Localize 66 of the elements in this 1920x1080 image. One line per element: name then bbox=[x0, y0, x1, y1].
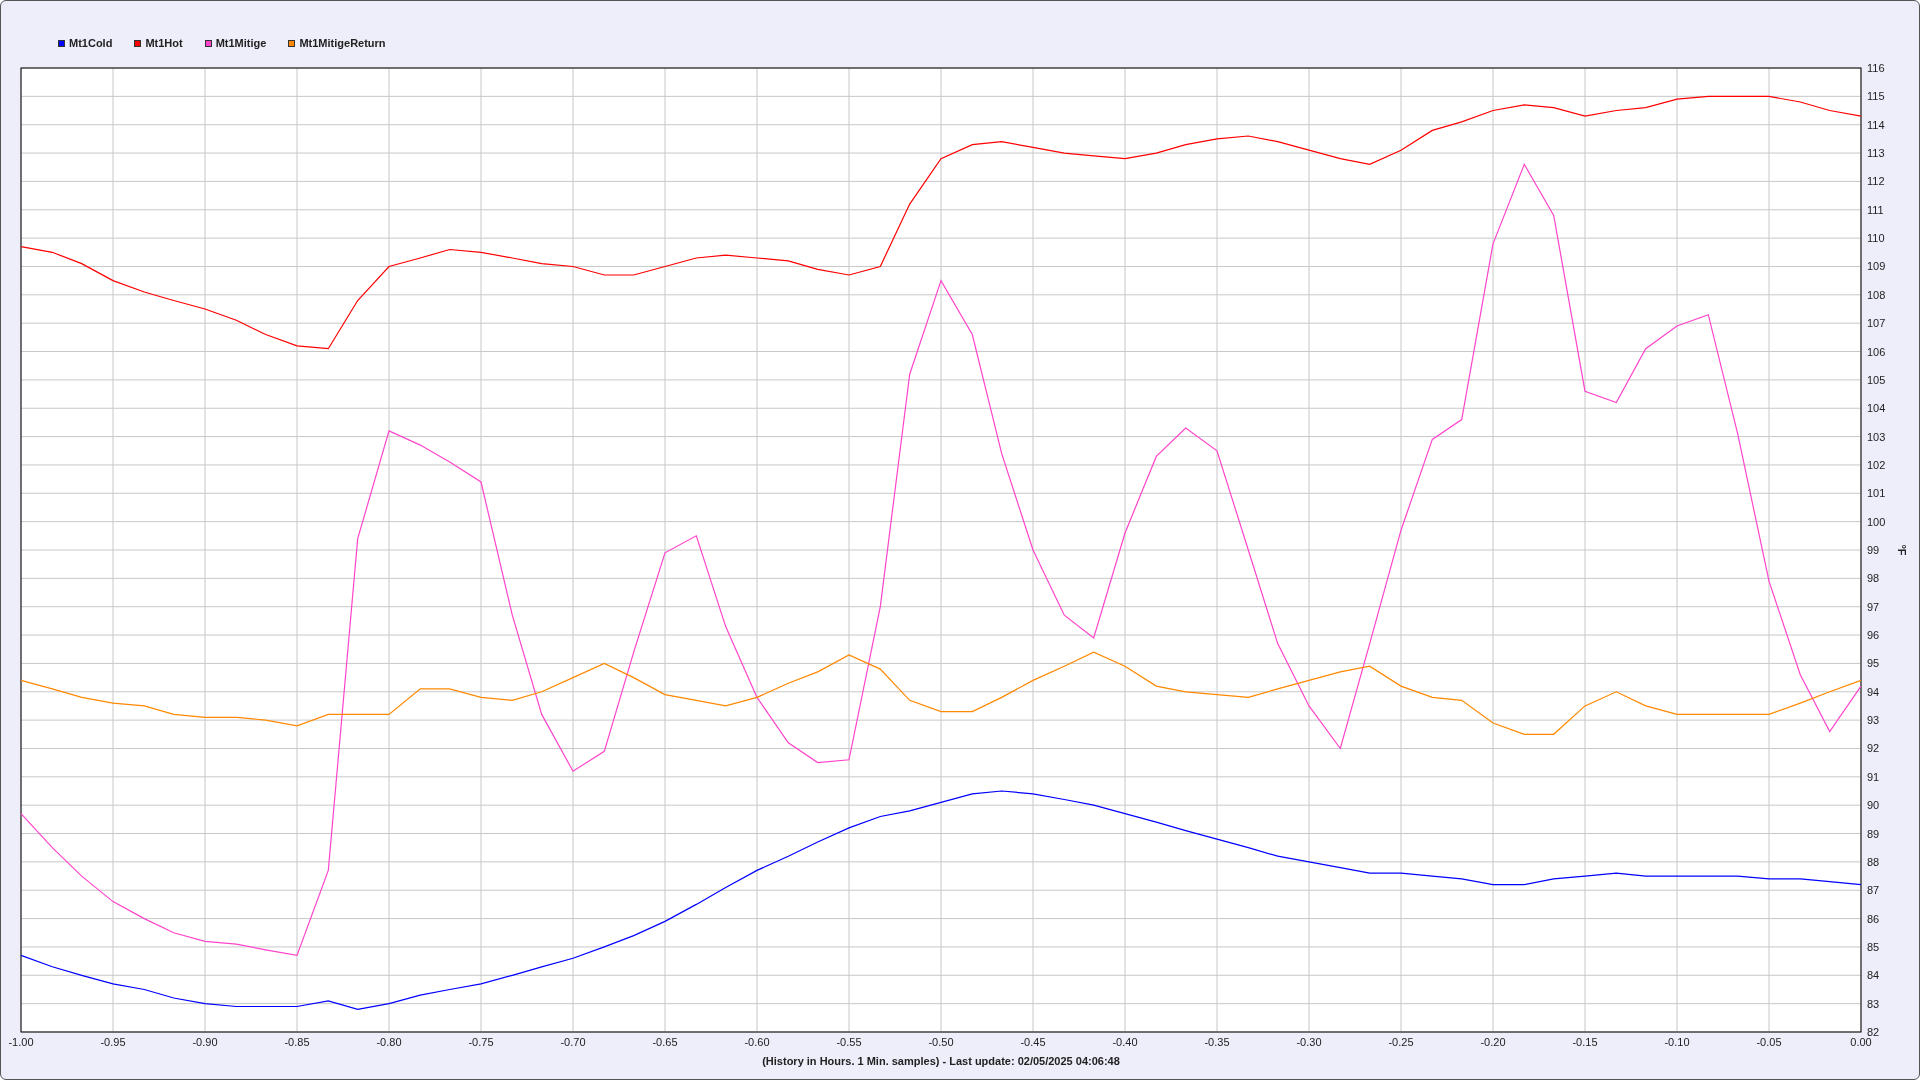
x-tick-label: -0.45 bbox=[1020, 1036, 1046, 1048]
x-tick-label: -0.30 bbox=[1296, 1036, 1322, 1048]
y-axis-label: °F bbox=[1896, 544, 1908, 556]
y-tick-label: 98 bbox=[1867, 572, 1880, 585]
x-axis-label: (History in Hours. 1 Min. samples) - Last update: 02/05/2025 04:06:48 bbox=[762, 1055, 1120, 1067]
y-tick-label: 104 bbox=[1867, 402, 1886, 415]
x-tick-label: -0.55 bbox=[836, 1036, 862, 1048]
y-tick-label: 112 bbox=[1867, 175, 1885, 188]
y-tick-label: 111 bbox=[1867, 203, 1884, 216]
legend-label: Mt1Hot bbox=[145, 37, 183, 49]
legend-swatch bbox=[288, 39, 296, 47]
y-tick-label: 103 bbox=[1867, 430, 1886, 443]
y-tick-label: 83 bbox=[1867, 997, 1880, 1010]
legend-swatch bbox=[204, 39, 212, 47]
x-tick-label: -0.35 bbox=[1204, 1036, 1230, 1048]
y-tick-label: 107 bbox=[1867, 317, 1886, 330]
y-tick-label: 95 bbox=[1867, 657, 1880, 670]
x-tick-label: -0.85 bbox=[284, 1036, 310, 1048]
y-tick-label: 97 bbox=[1867, 600, 1880, 613]
x-tick-label: -0.60 bbox=[744, 1036, 770, 1048]
x-tick-label: -0.65 bbox=[652, 1036, 678, 1048]
y-tick-label: 106 bbox=[1867, 345, 1886, 358]
y-tick-label: 84 bbox=[1867, 969, 1880, 982]
legend-swatch bbox=[58, 39, 65, 47]
x-tick-label: -0.05 bbox=[1756, 1036, 1782, 1048]
y-tick-label: 94 bbox=[1867, 685, 1880, 698]
y-tick-label: 90 bbox=[1867, 799, 1880, 812]
x-tick-label: -0.75 bbox=[468, 1036, 494, 1048]
y-tick-label: 113 bbox=[1867, 147, 1885, 160]
x-tick-label: -0.15 bbox=[1572, 1036, 1598, 1048]
x-tick-label: -0.10 bbox=[1664, 1036, 1690, 1048]
x-tick-label: -0.70 bbox=[560, 1036, 586, 1048]
y-tick-label: 114 bbox=[1867, 118, 1885, 131]
legend-swatch bbox=[134, 39, 142, 47]
y-tick-label: 93 bbox=[1867, 714, 1880, 727]
x-tick-label: -0.25 bbox=[1388, 1036, 1414, 1048]
x-tick-label: -0.50 bbox=[928, 1036, 954, 1048]
x-tick-label: -0.40 bbox=[1112, 1036, 1138, 1048]
y-tick-label: 101 bbox=[1867, 487, 1886, 500]
y-tick-label: 116 bbox=[1867, 62, 1885, 74]
y-tick-label: 82 bbox=[1867, 1026, 1880, 1038]
y-tick-label: 100 bbox=[1867, 515, 1886, 528]
y-tick-label: 109 bbox=[1867, 260, 1886, 273]
y-tick-label: 86 bbox=[1867, 912, 1880, 925]
x-tick-label: -0.80 bbox=[376, 1036, 402, 1048]
x-tick-label: -1.00 bbox=[8, 1036, 34, 1048]
y-tick-label: 99 bbox=[1867, 544, 1880, 556]
y-tick-label: 96 bbox=[1867, 629, 1880, 642]
y-tick-label: 87 bbox=[1867, 884, 1880, 897]
y-tick-label: 85 bbox=[1867, 940, 1880, 953]
x-tick-label: 0.00 bbox=[1850, 1036, 1872, 1048]
legend-label: Mt1Mitige bbox=[215, 37, 267, 49]
y-tick-label: 108 bbox=[1867, 288, 1886, 301]
x-tick-label: -0.20 bbox=[1480, 1036, 1506, 1048]
y-tick-label: 102 bbox=[1867, 458, 1886, 471]
legend-label: Mt1MitigeReturn bbox=[299, 37, 386, 49]
y-tick-label: 88 bbox=[1867, 855, 1880, 868]
legend-label: Mt1Cold bbox=[69, 37, 113, 49]
y-tick-label: 92 bbox=[1867, 742, 1880, 755]
x-tick-label: -0.90 bbox=[192, 1036, 218, 1048]
y-tick-label: 115 bbox=[1867, 90, 1885, 103]
y-tick-label: 91 bbox=[1867, 770, 1880, 783]
x-tick-label: -0.95 bbox=[100, 1036, 126, 1048]
y-tick-label: 89 bbox=[1867, 827, 1880, 840]
y-tick-label: 110 bbox=[1867, 232, 1885, 245]
y-tick-label: 105 bbox=[1867, 373, 1886, 386]
